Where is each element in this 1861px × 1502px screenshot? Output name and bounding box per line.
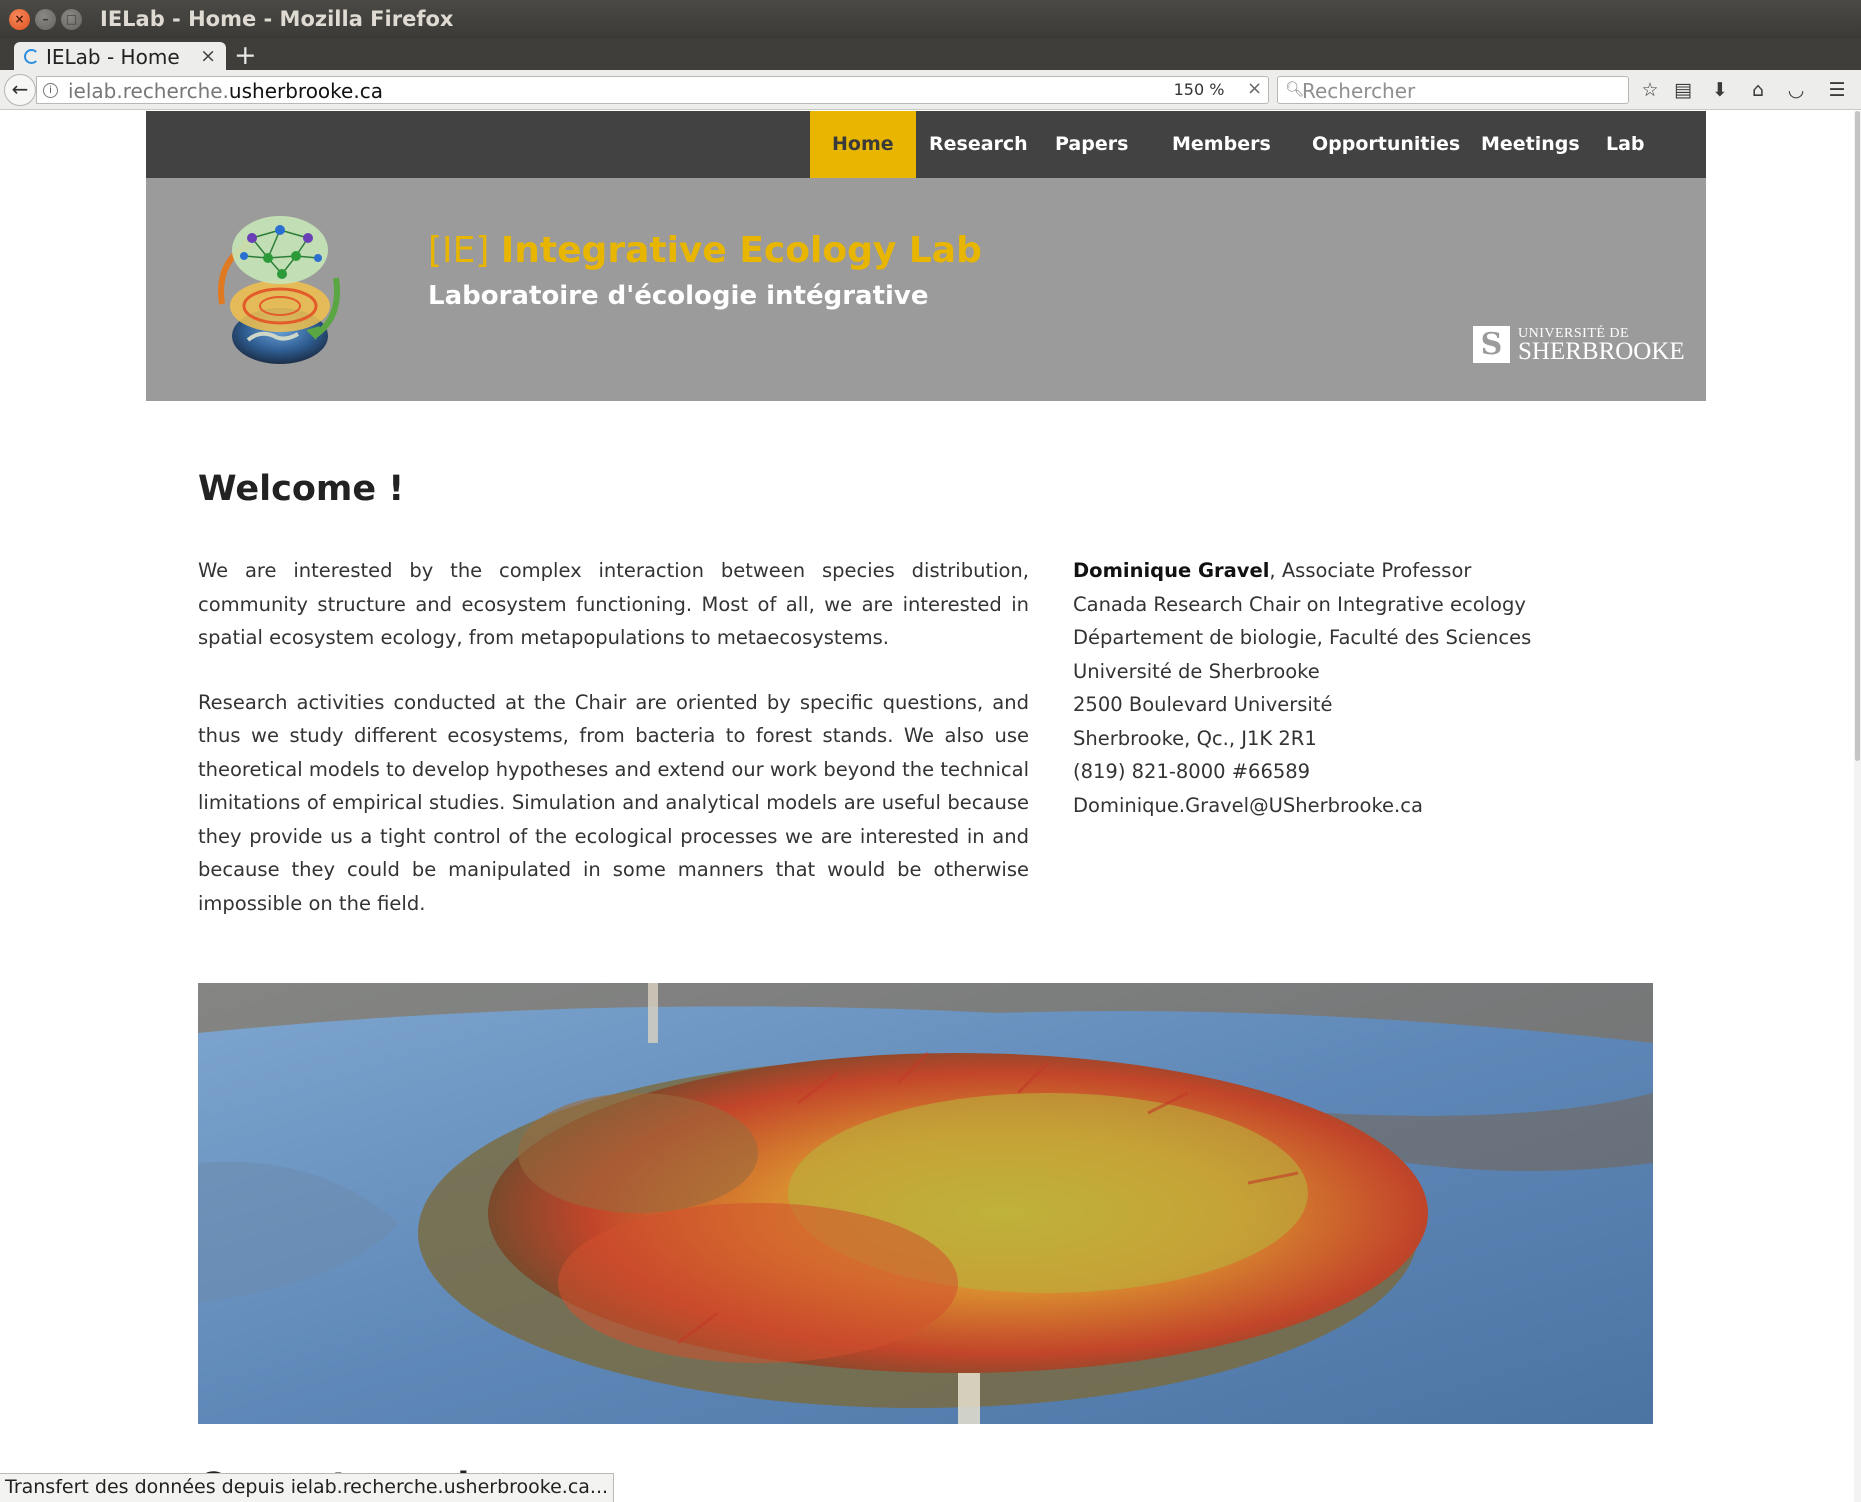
search-placeholder: Rechercher [1302,79,1416,103]
window-title: IELab - Home - Mozilla Firefox [100,7,454,31]
loading-spinner-icon [24,49,39,64]
stop-loading-icon[interactable]: × [1247,78,1262,99]
page-scrollbar[interactable] [1854,111,1861,1502]
status-bar: Transfert des données depuis ielab.reche… [0,1473,615,1502]
nav-opportunities[interactable]: Opportunities [1290,111,1482,178]
nav-members[interactable]: Members [1150,111,1293,178]
contact-block: Dominique Gravel, Associate Professor Ca… [1073,554,1633,822]
udes-s-icon: S [1473,326,1510,363]
home-icon[interactable]: ⌂ [1746,79,1770,103]
site-banner: [IE] Integrative Ecology Lab Laboratoire… [146,178,1706,401]
window-minimize-button[interactable]: – [35,9,56,30]
menu-icon[interactable]: ☰ [1825,79,1849,103]
scrollbar-thumb[interactable] [1855,111,1860,761]
url-text[interactable]: ielab.recherche.usherbrooke.ca [68,79,383,103]
contact-phone: (819) 821-8000 #66589 [1073,760,1311,783]
tab-strip: IELab - Home × + [0,39,1861,71]
nav-lab-spaces[interactable]: Lab spaces [1584,111,1706,222]
site-navigation: Home Research Papers Members Opportuniti… [146,111,1706,222]
lab-title[interactable]: [IE] Integrative Ecology Lab [428,230,982,271]
contact-line: 2500 Boulevard Université [1073,693,1333,716]
search-input[interactable]: 🔍︎ Rechercher [1277,76,1629,104]
navigation-toolbar: ← i ielab.recherche.usherbrooke.ca 150 %… [0,70,1861,110]
zoom-level-button[interactable]: 150 % [1170,79,1228,101]
contact-name-line: Dominique Gravel, Associate Professor [1073,554,1633,588]
back-button[interactable]: ← [4,74,36,106]
site-info-icon[interactable]: i [43,83,58,98]
lab-logo[interactable] [208,208,348,368]
contact-email[interactable]: Dominique.Gravel@USherbrooke.ca [1073,789,1633,823]
pitcher-plant-photo [198,983,1653,1424]
intro-text: We are interested by the complex interac… [198,554,1029,951]
tab-close-icon[interactable]: × [200,45,216,67]
intro-paragraph: Research activities conducted at the Cha… [198,690,1029,915]
tab-ielab-home[interactable]: IELab - Home × [14,42,226,70]
contact-name: Dominique Gravel [1073,559,1270,582]
nav-home[interactable]: Home [810,111,916,178]
new-tab-button[interactable]: + [234,40,257,71]
nav-meetings[interactable]: Meetings [1459,111,1602,178]
window-close-button[interactable]: × [9,9,30,30]
url-bar[interactable]: i ielab.recherche.usherbrooke.ca 150 % × [36,76,1269,104]
nav-research[interactable]: Research [907,111,1050,178]
contact-role: , Associate Professor [1269,559,1472,582]
contact-line: Département de biologie, Faculté des Sci… [1073,626,1532,649]
bookmark-star-icon[interactable]: ☆ [1638,79,1662,103]
welcome-heading: Welcome ! [198,469,405,509]
page-viewport: Home Research Papers Members Opportuniti… [0,111,1861,1502]
contact-line: Canada Research Chair on Integrative eco… [1073,592,1526,616]
pocket-icon[interactable]: ◡ [1784,79,1808,103]
intro-paragraph: We are interested by the complex interac… [198,559,1029,649]
contact-line: Sherbrooke, Qc., J1K 2R1 [1073,726,1317,750]
window-titlebar: × – □ IELab - Home - Mozilla Firefox [0,0,1861,39]
window-maximize-button[interactable]: □ [61,9,82,30]
contact-line: Université de Sherbrooke [1073,659,1320,683]
tab-label: IELab - Home [46,45,180,69]
lab-subtitle: Laboratoire d'écologie intégrative [428,281,929,311]
bookmarks-menu-icon[interactable]: ▤ [1671,79,1695,103]
nav-papers[interactable]: Papers [1033,111,1150,178]
downloads-icon[interactable]: ⬇ [1708,79,1732,103]
